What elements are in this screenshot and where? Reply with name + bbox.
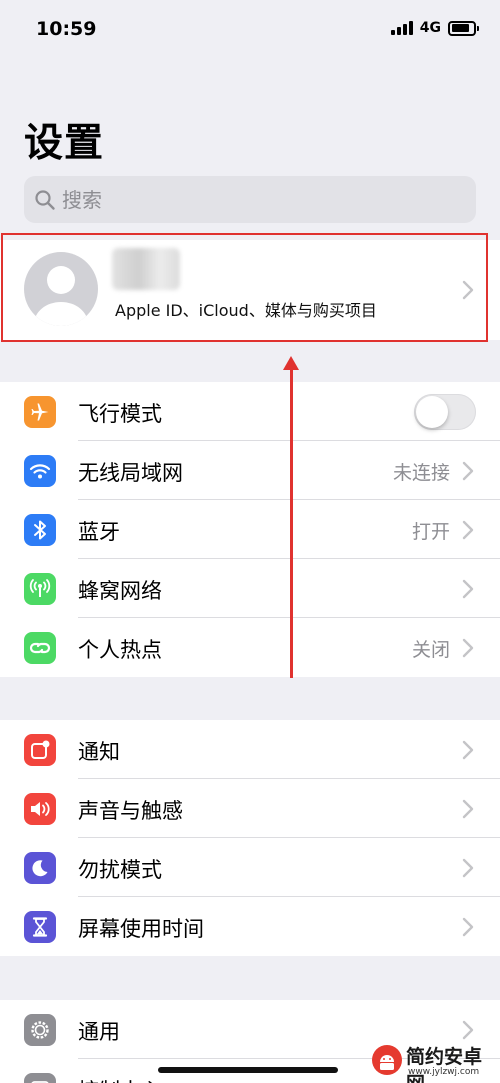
wifi-icon — [24, 455, 56, 487]
row-personal-hotspot[interactable]: 个人热点 关闭 — [0, 618, 500, 677]
row-bluetooth[interactable]: 蓝牙 打开 — [0, 500, 500, 559]
gear-icon — [24, 1014, 56, 1046]
search-input[interactable] — [62, 187, 462, 212]
row-screen-time[interactable]: 屏幕使用时间 — [0, 897, 500, 956]
hotspot-icon — [24, 632, 56, 664]
row-label: 勿扰模式 — [78, 858, 162, 882]
page-title: 设置 — [24, 121, 105, 166]
toggle-knob — [416, 396, 448, 428]
status-bar: 10:59 4G — [0, 0, 500, 62]
row-label: 蜂窝网络 — [78, 579, 162, 603]
chevron-right-icon — [462, 579, 474, 599]
row-cellular[interactable]: 蜂窝网络 — [0, 559, 500, 618]
chevron-right-icon — [462, 1020, 474, 1040]
profile-subtitle: Apple ID、iCloud、媒体与购买项目 — [115, 301, 377, 320]
hourglass-icon — [24, 911, 56, 943]
avatar — [24, 252, 98, 326]
control-center-icon — [24, 1073, 56, 1083]
status-time: 10:59 — [36, 18, 97, 40]
battery-level — [451, 24, 470, 32]
row-label: 控制中心 — [78, 1075, 162, 1083]
row-value: 未连接 — [392, 462, 450, 484]
status-indicators: 4G — [390, 20, 479, 36]
search-box[interactable] — [24, 176, 476, 223]
airplane-mode-toggle[interactable] — [414, 394, 476, 430]
search-icon — [34, 189, 56, 211]
chevron-right-icon — [462, 740, 474, 760]
row-do-not-disturb[interactable]: 勿扰模式 — [0, 838, 500, 897]
chevron-right-icon — [462, 520, 474, 540]
cellular-icon — [24, 573, 56, 605]
row-value: 打开 — [411, 521, 450, 543]
annotation-arrow-head — [283, 356, 299, 370]
row-label: 个人热点 — [78, 638, 162, 662]
row-label: 飞行模式 — [78, 402, 162, 426]
moon-icon — [24, 852, 56, 884]
airplane-icon — [24, 396, 56, 428]
chevron-right-icon — [462, 858, 474, 878]
home-indicator[interactable] — [158, 1067, 338, 1073]
row-label: 蓝牙 — [78, 520, 120, 544]
row-notifications[interactable]: 通知 — [0, 720, 500, 779]
settings-group-connectivity: 飞行模式 无线局域网 未连接 蓝牙 打开 蜂窝网络 个人热点 关闭 — [0, 382, 500, 677]
battery-icon — [448, 20, 479, 36]
apple-id-profile-row[interactable]: Apple ID、iCloud、媒体与购买项目 — [0, 240, 500, 340]
chevron-right-icon — [462, 917, 474, 937]
android-logo-icon — [372, 1045, 402, 1075]
watermark-url: www.jylzwj.com — [408, 1067, 480, 1077]
row-label: 通用 — [78, 1020, 120, 1044]
row-wifi[interactable]: 无线局域网 未连接 — [0, 441, 500, 500]
blurred-account-name — [112, 248, 180, 290]
row-label: 屏幕使用时间 — [78, 917, 204, 941]
chevron-right-icon — [462, 799, 474, 819]
row-sounds-haptics[interactable]: 声音与触感 — [0, 779, 500, 838]
row-airplane-mode[interactable]: 飞行模式 — [0, 382, 500, 441]
settings-group-notifications: 通知 声音与触感 勿扰模式 屏幕使用时间 — [0, 720, 500, 956]
annotation-arrow-line — [290, 360, 293, 678]
row-label: 无线局域网 — [78, 461, 183, 485]
chevron-right-icon — [462, 638, 474, 658]
row-label: 声音与触感 — [78, 799, 183, 823]
network-type: 4G — [419, 20, 441, 36]
signal-strength-icon — [390, 21, 413, 35]
notifications-icon — [24, 734, 56, 766]
bluetooth-icon — [24, 514, 56, 546]
chevron-right-icon — [462, 461, 474, 481]
row-label: 通知 — [78, 740, 120, 764]
sound-icon — [24, 793, 56, 825]
watermark: 简约安卓网 www.jylzwj.com — [372, 1042, 494, 1083]
chevron-right-icon — [462, 280, 474, 300]
row-value: 关闭 — [411, 639, 450, 661]
